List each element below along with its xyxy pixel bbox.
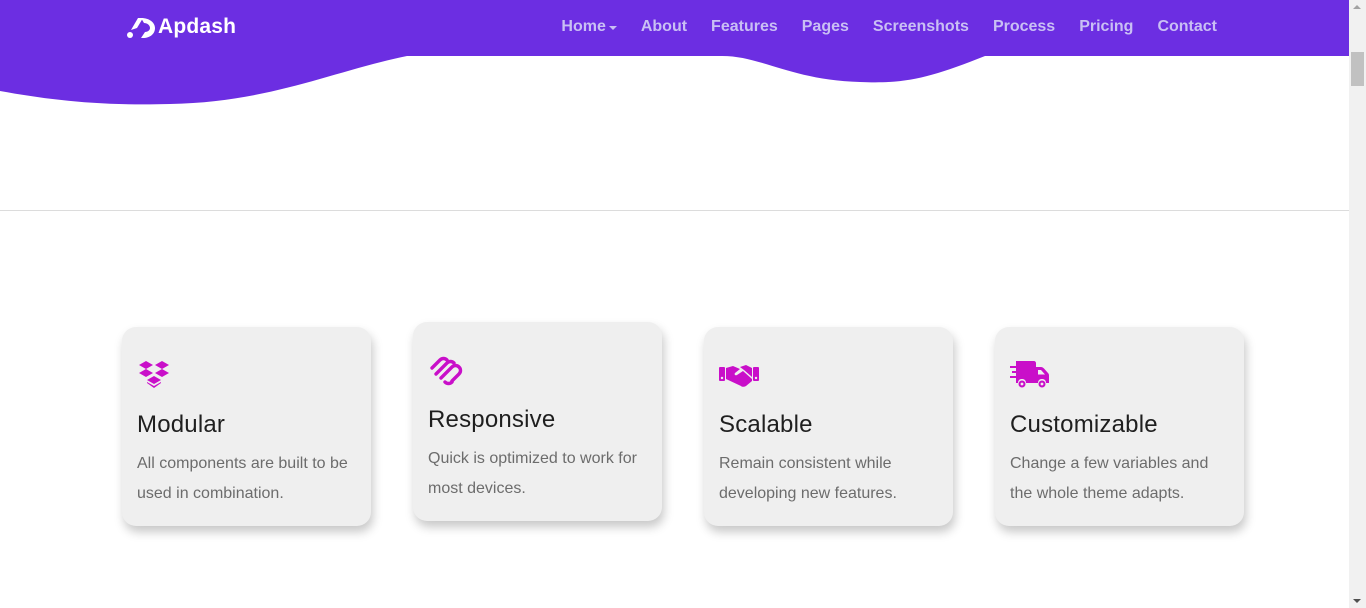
nav-pages[interactable]: Pages [802,17,849,37]
feature-description: Quick is optimized to work for most devi… [428,450,637,497]
shipping-fast-icon [1010,361,1049,388]
scroll-up-arrow-icon[interactable] [1353,5,1361,9]
feature-card-responsive: Responsive Quick is optimized to work fo… [413,322,662,521]
scrollbar-thumb[interactable] [1351,52,1364,86]
feature-description: Remain consistent while developing new f… [719,455,897,502]
squarespace-icon [430,356,463,386]
chevron-down-icon [608,26,617,30]
feature-card-modular: Modular All components are built to be u… [122,327,371,526]
nav-home[interactable]: Home [561,17,617,37]
feature-card-customizable: Customizable Change a few variables and … [995,327,1244,526]
nav-about[interactable]: About [641,17,687,37]
vertical-scrollbar[interactable] [1349,0,1366,608]
page: Apdash Home About Features Pages Screens… [0,0,1349,608]
section-divider [0,210,1349,211]
brand-logo[interactable]: Apdash [126,14,236,40]
logo-icon [127,18,155,38]
nav-features[interactable]: Features [711,17,778,37]
nav-screenshots[interactable]: Screenshots [873,17,969,37]
feature-title: Modular [137,411,226,438]
main-nav: Home About Features Pages Screenshots Pr… [537,17,1217,37]
scroll-down-arrow-icon[interactable] [1353,599,1361,603]
brand-name: Apdash [158,15,237,38]
nav-contact[interactable]: Contact [1157,17,1217,37]
handshake-icon [719,365,759,387]
nav-pricing[interactable]: Pricing [1079,17,1133,37]
feature-description: Change a few variables and the whole the… [1010,455,1209,502]
feature-title: Customizable [1010,411,1158,438]
feature-title: Scalable [719,411,813,438]
feature-title: Responsive [428,406,556,433]
nav-process[interactable]: Process [993,17,1055,37]
feature-card-scalable: Scalable Remain consistent while develop… [704,327,953,526]
dropbox-icon [139,361,169,388]
feature-description: All components are built to be used in c… [137,455,348,502]
nav-home-label: Home [561,18,606,35]
